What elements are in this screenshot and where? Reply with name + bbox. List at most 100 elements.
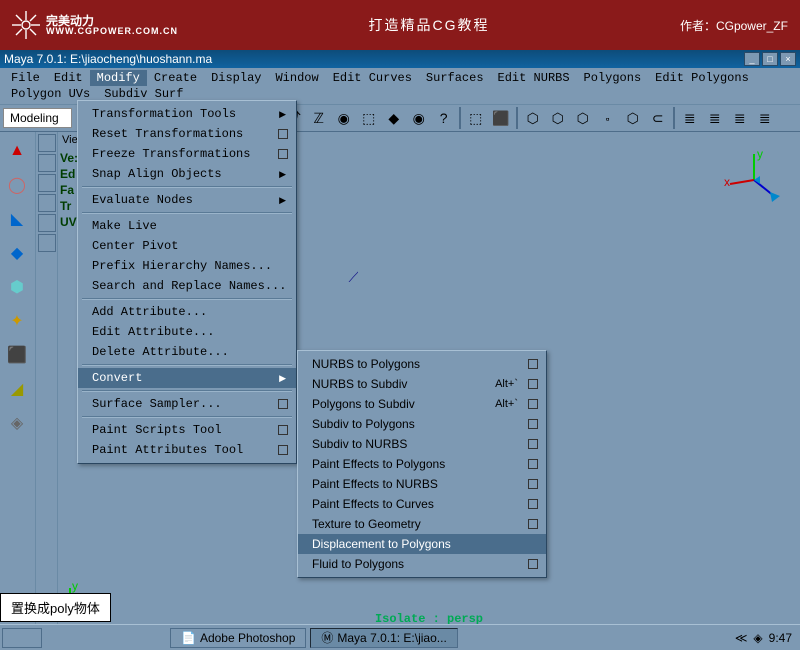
tool-button[interactable]: ◆: [2, 238, 32, 268]
menu-create[interactable]: Create: [147, 70, 204, 86]
option-box-icon[interactable]: [528, 359, 538, 369]
toolbar-button[interactable]: ⬚: [464, 106, 488, 130]
menu-window[interactable]: Window: [268, 70, 325, 86]
menu-item-paint-attributes-tool[interactable]: Paint Attributes Tool: [78, 440, 296, 460]
menu-item-reset-transformations[interactable]: Reset Transformations: [78, 124, 296, 144]
component-button[interactable]: [38, 134, 56, 152]
menu-item-delete-attribute-[interactable]: Delete Attribute...: [78, 342, 296, 362]
menu-modify[interactable]: Modify: [90, 70, 147, 86]
option-box-icon[interactable]: [528, 399, 538, 409]
menubar[interactable]: FileEditModifyCreateDisplayWindowEdit Cu…: [0, 68, 800, 104]
view-axis-widget[interactable]: y x: [724, 150, 784, 210]
toolbar-button[interactable]: ⬚: [357, 106, 381, 130]
menu-item-add-attribute-[interactable]: Add Attribute...: [78, 302, 296, 322]
convert-submenu[interactable]: NURBS to PolygonsNURBS to SubdivAlt+`Pol…: [297, 350, 547, 578]
menu-edit-nurbs[interactable]: Edit NURBS: [491, 70, 577, 86]
start-button[interactable]: [2, 628, 42, 648]
menu-item-paint-effects-to-curves[interactable]: Paint Effects to Curves: [298, 494, 546, 514]
menu-item-paint-effects-to-polygons[interactable]: Paint Effects to Polygons: [298, 454, 546, 474]
menu-item-nurbs-to-polygons[interactable]: NURBS to Polygons: [298, 354, 546, 374]
maximize-button[interactable]: □: [762, 52, 778, 66]
option-box-icon[interactable]: [278, 129, 288, 139]
menu-item-polygons-to-subdiv[interactable]: Polygons to SubdivAlt+`: [298, 394, 546, 414]
tool-button[interactable]: ⬛: [2, 340, 32, 370]
toolbar-button[interactable]: ⬞: [596, 106, 620, 130]
toolbar-button[interactable]: ⬡: [621, 106, 645, 130]
tool-button[interactable]: ▲: [2, 136, 32, 166]
taskbar-photoshop[interactable]: 📄 Adobe Photoshop: [170, 628, 306, 648]
option-box-icon[interactable]: [278, 399, 288, 409]
component-button[interactable]: [38, 234, 56, 252]
menu-item-search-and-replace-names-[interactable]: Search and Replace Names...: [78, 276, 296, 296]
menu-item-prefix-hierarchy-names-[interactable]: Prefix Hierarchy Names...: [78, 256, 296, 276]
modify-menu[interactable]: Transformation Tools▶Reset Transformatio…: [77, 100, 297, 464]
toolbar-button[interactable]: ⬡: [571, 106, 595, 130]
toolbar-button[interactable]: ⬡: [546, 106, 570, 130]
menu-edit-curves[interactable]: Edit Curves: [326, 70, 419, 86]
menu-item-center-pivot[interactable]: Center Pivot: [78, 236, 296, 256]
toolbar-button[interactable]: ≣: [728, 106, 752, 130]
taskbar-maya[interactable]: Ⓜ Maya 7.0.1: E:\jiao...: [310, 628, 457, 648]
option-box-icon[interactable]: [278, 149, 288, 159]
module-selector[interactable]: Modeling: [3, 108, 72, 128]
option-box-icon[interactable]: [528, 459, 538, 469]
menu-item-displacement-to-polygons[interactable]: Displacement to Polygons: [298, 534, 546, 554]
menu-item-texture-to-geometry[interactable]: Texture to Geometry: [298, 514, 546, 534]
toolbar-button[interactable]: ⬡: [521, 106, 545, 130]
tool-button[interactable]: ◈: [2, 408, 32, 438]
menu-edit[interactable]: Edit: [47, 70, 90, 86]
minimize-button[interactable]: _: [744, 52, 760, 66]
toolbar-button[interactable]: ⬛: [489, 106, 513, 130]
component-button[interactable]: [38, 214, 56, 232]
option-box-icon[interactable]: [528, 479, 538, 489]
menu-item-transformation-tools[interactable]: Transformation Tools▶: [78, 104, 296, 124]
menu-item-evaluate-nodes[interactable]: Evaluate Nodes▶: [78, 190, 296, 210]
toolbar-button[interactable]: ◆: [382, 106, 406, 130]
toolbar-button[interactable]: ℤ: [307, 106, 331, 130]
tool-button[interactable]: ✦: [2, 306, 32, 336]
menu-item-paint-effects-to-nurbs[interactable]: Paint Effects to NURBS: [298, 474, 546, 494]
menu-edit-polygons[interactable]: Edit Polygons: [648, 70, 756, 86]
option-box-icon[interactable]: [528, 559, 538, 569]
menu-item-subdiv-to-nurbs[interactable]: Subdiv to NURBS: [298, 434, 546, 454]
menu-item-paint-scripts-tool[interactable]: Paint Scripts Tool: [78, 420, 296, 440]
option-box-icon[interactable]: [528, 419, 538, 429]
menu-item-nurbs-to-subdiv[interactable]: NURBS to SubdivAlt+`: [298, 374, 546, 394]
option-box-icon[interactable]: [278, 425, 288, 435]
menu-file[interactable]: File: [4, 70, 47, 86]
tool-button[interactable]: ◣: [2, 204, 32, 234]
close-button[interactable]: ×: [780, 52, 796, 66]
toolbar-button[interactable]: ◉: [407, 106, 431, 130]
taskbar[interactable]: 📄 Adobe Photoshop Ⓜ Maya 7.0.1: E:\jiao.…: [0, 624, 800, 650]
menu-item-make-live[interactable]: Make Live: [78, 216, 296, 236]
option-box-icon[interactable]: [528, 519, 538, 529]
toolbar-button[interactable]: ≣: [753, 106, 777, 130]
menu-item-edit-attribute-[interactable]: Edit Attribute...: [78, 322, 296, 342]
menu-polygons[interactable]: Polygons: [577, 70, 649, 86]
option-box-icon[interactable]: [278, 445, 288, 455]
toolbar-button[interactable]: ⊂: [646, 106, 670, 130]
menu-item-snap-align-objects[interactable]: Snap Align Objects▶: [78, 164, 296, 184]
menu-item-subdiv-to-polygons[interactable]: Subdiv to Polygons: [298, 414, 546, 434]
option-box-icon[interactable]: [528, 499, 538, 509]
tray-icon[interactable]: ≪: [735, 631, 748, 645]
menu-item-convert[interactable]: Convert▶: [78, 368, 296, 388]
component-button[interactable]: [38, 194, 56, 212]
tool-button[interactable]: ⬢: [2, 272, 32, 302]
menu-item-surface-sampler-[interactable]: Surface Sampler...: [78, 394, 296, 414]
toolbar-button[interactable]: ◉: [332, 106, 356, 130]
menu-item-freeze-transformations[interactable]: Freeze Transformations: [78, 144, 296, 164]
component-button[interactable]: [38, 174, 56, 192]
component-button[interactable]: [38, 154, 56, 172]
tool-button[interactable]: ◯: [2, 170, 32, 200]
menu-surfaces[interactable]: Surfaces: [419, 70, 491, 86]
tool-button[interactable]: ◢: [2, 374, 32, 404]
option-box-icon[interactable]: [528, 379, 538, 389]
option-box-icon[interactable]: [528, 439, 538, 449]
toolbar-button[interactable]: ?: [432, 106, 456, 130]
toolbar-button[interactable]: ≣: [703, 106, 727, 130]
menu-display[interactable]: Display: [204, 70, 268, 86]
tray-icon[interactable]: ◈: [753, 631, 762, 645]
toolbar-button[interactable]: ≣: [678, 106, 702, 130]
menu-item-fluid-to-polygons[interactable]: Fluid to Polygons: [298, 554, 546, 574]
